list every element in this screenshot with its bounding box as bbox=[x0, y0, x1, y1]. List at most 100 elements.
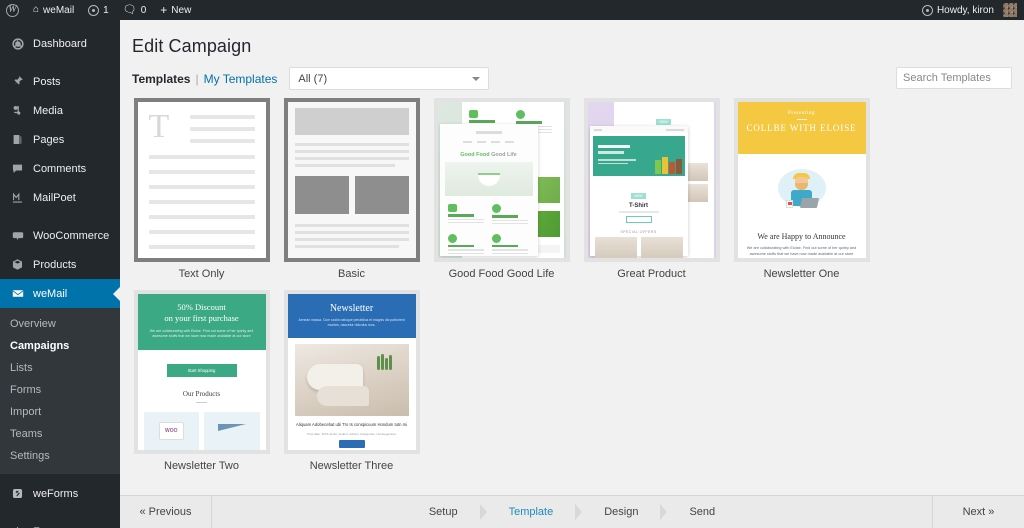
step-setup[interactable]: Setup bbox=[407, 506, 480, 518]
comments-menu[interactable]: 🗨 0 bbox=[116, 0, 154, 20]
tab-separator: | bbox=[195, 71, 199, 86]
sidebar-item-label: Pages bbox=[33, 133, 65, 146]
plus-icon: + bbox=[160, 3, 168, 17]
template-card-good-food-good-life[interactable]: Good Food Good Life Good Food Good Life bbox=[430, 98, 573, 281]
sidebar-item-products[interactable]: Products bbox=[0, 250, 120, 279]
menu-spacer bbox=[0, 508, 120, 517]
sidebar-item-label: Posts bbox=[33, 75, 61, 88]
thumb-front-layer: Good Food Good Life bbox=[439, 124, 538, 256]
thumbnail-text-only: T bbox=[137, 102, 266, 258]
sidebar-item-comments[interactable]: Comments bbox=[0, 154, 120, 183]
sidebar-item-dashboard[interactable]: Dashboard bbox=[0, 29, 120, 58]
admin-sidebar: Dashboard Posts Media Pages Comments Mai… bbox=[0, 20, 120, 528]
template-card-newsletter-two[interactable]: 50% Discount on your first purchase We a… bbox=[130, 290, 273, 473]
comment-icon bbox=[10, 161, 25, 176]
template-thumbnail[interactable]: NEW T-Shirt SPECIAL OFFERS bbox=[583, 98, 720, 262]
submenu-item-import[interactable]: Import bbox=[0, 401, 120, 423]
sidebar-item-label: Products bbox=[33, 258, 77, 271]
sidebar-item-forums[interactable]: Forums bbox=[0, 517, 120, 528]
wizard-steps: Setup Template Design Send bbox=[212, 496, 932, 528]
step-design[interactable]: Design bbox=[582, 506, 660, 518]
thumb-two-columns bbox=[294, 176, 409, 214]
filter-selected-value: All (7) bbox=[298, 72, 328, 85]
submenu-item-campaigns[interactable]: Campaigns bbox=[0, 335, 120, 357]
template-card-basic[interactable]: Basic bbox=[280, 98, 423, 281]
chevron-right-icon bbox=[660, 504, 668, 520]
template-tabs: Templates | My Templates bbox=[132, 72, 277, 86]
pennant-flag-icon bbox=[217, 424, 246, 438]
next-button[interactable]: Next » bbox=[932, 496, 1024, 528]
avatar bbox=[1003, 3, 1017, 17]
account-menu[interactable]: Howdy, kiron bbox=[916, 0, 1024, 20]
thumbnail-good-food: Good Food Good Life bbox=[437, 102, 566, 258]
admin-bar: W ⌂ weMail 1 🗨 0 + New Howdy, kiron bbox=[0, 0, 1024, 20]
sidebar-item-pages[interactable]: Pages bbox=[0, 125, 120, 154]
template-thumbnail[interactable]: 50% Discount on your first purchase We a… bbox=[133, 290, 270, 454]
submenu-item-overview[interactable]: Overview bbox=[0, 313, 120, 335]
template-name: Great Product bbox=[617, 268, 686, 280]
thumb-lines-body bbox=[148, 155, 255, 258]
sidebar-item-woocommerce[interactable]: WooCommerce bbox=[0, 221, 120, 250]
thumbnail-newsletter-one: Presenting COLLBE WITH ELOISE We are Hap… bbox=[737, 102, 866, 258]
mailpoet-icon bbox=[10, 190, 25, 205]
new-content-menu[interactable]: + New bbox=[153, 0, 198, 20]
submenu-item-forms[interactable]: Forms bbox=[0, 379, 120, 401]
updates-menu[interactable]: 1 bbox=[81, 0, 116, 20]
sidebar-item-label: WooCommerce bbox=[33, 229, 110, 242]
template-thumbnail[interactable]: Newsletter Aenean massa. Cum sociis nato… bbox=[283, 290, 420, 454]
tab-my-templates[interactable]: My Templates bbox=[204, 72, 278, 86]
template-thumbnail[interactable]: Presenting COLLBE WITH ELOISE We are Hap… bbox=[733, 98, 870, 262]
chevron-down-icon bbox=[472, 76, 481, 81]
template-thumbnail[interactable]: T bbox=[133, 98, 270, 262]
step-template[interactable]: Template bbox=[487, 506, 576, 518]
wemail-submenu: Overview Campaigns Lists Forms Import Te… bbox=[0, 308, 120, 474]
wp-logo-menu[interactable]: W bbox=[0, 0, 26, 20]
site-name-menu[interactable]: ⌂ weMail bbox=[26, 0, 81, 20]
thumb-heading: We are Happy to Announce bbox=[757, 232, 846, 241]
template-name: Basic bbox=[338, 268, 365, 280]
sidebar-item-mailpoet[interactable]: MailPoet bbox=[0, 183, 120, 212]
thumb-header: Newsletter Aenean massa. Cum sociis nato… bbox=[287, 294, 416, 338]
template-card-newsletter-one[interactable]: Presenting COLLBE WITH ELOISE We are Hap… bbox=[730, 98, 873, 281]
chevron-right-icon bbox=[575, 504, 583, 520]
search-templates-input[interactable]: Search Templates bbox=[896, 67, 1012, 89]
woocommerce-logo-icon: WOO bbox=[158, 422, 184, 441]
template-thumbnail[interactable]: Good Food Good Life bbox=[433, 98, 570, 262]
pages-icon bbox=[10, 132, 25, 147]
submenu-item-teams[interactable]: Teams bbox=[0, 423, 120, 445]
products-icon bbox=[10, 257, 25, 272]
thumb-title: COLLBE WITH ELOISE bbox=[746, 123, 857, 133]
thumb-front-layer: NEW T-Shirt SPECIAL OFFERS bbox=[589, 126, 688, 258]
sidebar-item-weforms[interactable]: weForms bbox=[0, 479, 120, 508]
sidebar-item-label: weForms bbox=[33, 487, 79, 500]
sidebar-item-posts[interactable]: Posts bbox=[0, 67, 120, 96]
template-filter-select[interactable]: All (7) bbox=[289, 67, 490, 90]
templates-toolbar: Templates | My Templates All (7) Search … bbox=[120, 57, 1024, 90]
sidebar-item-label: Comments bbox=[33, 162, 87, 175]
thumb-section-title: Our Products bbox=[182, 389, 221, 398]
wizard-footer: « Previous Setup Template Design Send Ne… bbox=[120, 495, 1024, 528]
template-name: Good Food Good Life bbox=[448, 268, 555, 280]
comment-bubble-icon: 🗨 bbox=[122, 3, 137, 16]
template-card-text-only[interactable]: T Text Only bbox=[130, 98, 273, 281]
step-send[interactable]: Send bbox=[667, 506, 737, 518]
sidebar-item-wemail[interactable]: weMail bbox=[0, 279, 120, 308]
wordpress-logo-icon: W bbox=[6, 3, 19, 17]
forums-icon bbox=[10, 524, 25, 528]
submenu-item-settings[interactable]: Settings bbox=[0, 445, 120, 467]
menu-spacer bbox=[0, 212, 120, 221]
template-card-newsletter-three[interactable]: Newsletter Aenean massa. Cum sociis nato… bbox=[280, 290, 423, 473]
pin-icon bbox=[10, 74, 25, 89]
template-thumbnail[interactable] bbox=[283, 98, 420, 262]
thumb-illustration bbox=[738, 163, 866, 226]
menu-spacer bbox=[0, 58, 120, 67]
thumb-title: Newsletter bbox=[329, 303, 374, 314]
sidebar-item-label: MailPoet bbox=[33, 191, 76, 204]
template-card-great-product[interactable]: NEW T-Shirt SPECIAL OFFERS bbox=[580, 98, 723, 281]
sidebar-item-media[interactable]: Media bbox=[0, 96, 120, 125]
submenu-item-lists[interactable]: Lists bbox=[0, 357, 120, 379]
template-name: Newsletter One bbox=[763, 268, 840, 280]
template-name: Newsletter Two bbox=[164, 460, 239, 472]
previous-button[interactable]: « Previous bbox=[120, 496, 212, 528]
tab-templates[interactable]: Templates bbox=[132, 72, 190, 86]
